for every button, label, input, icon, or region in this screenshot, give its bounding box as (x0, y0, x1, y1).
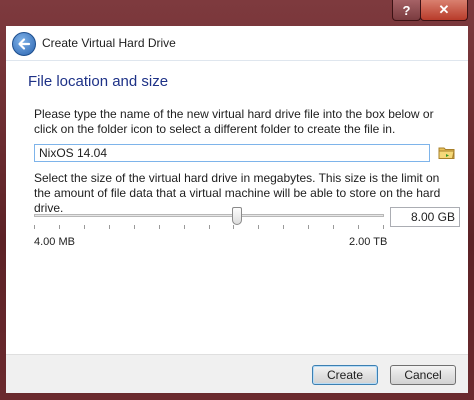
folder-icon[interactable] (438, 144, 456, 162)
slider-tick (233, 225, 234, 229)
slider-tick (159, 225, 160, 229)
file-name-input[interactable] (34, 144, 430, 162)
slider-tick (34, 225, 35, 229)
wizard-content: File location and size Please type the n… (6, 61, 468, 354)
name-instructions: Please type the name of the new virtual … (34, 107, 434, 136)
cancel-button[interactable]: Cancel (390, 365, 456, 385)
slider-tick (84, 225, 85, 229)
size-slider[interactable] (34, 207, 384, 231)
wizard-footer: Create Cancel (6, 354, 468, 393)
slider-tick (184, 225, 185, 229)
slider-thumb[interactable] (232, 207, 242, 225)
help-button[interactable]: ? (392, 0, 421, 21)
size-input[interactable] (390, 207, 460, 227)
slider-tick (209, 225, 210, 229)
slider-ticks (34, 225, 384, 230)
slider-tick (358, 225, 359, 229)
slider-tick (333, 225, 334, 229)
wizard-header: Create Virtual Hard Drive (6, 26, 468, 61)
slider-tick (109, 225, 110, 229)
back-arrow-icon[interactable] (12, 32, 36, 56)
range-min-label: 4.00 MB (34, 236, 75, 248)
slider-tick (308, 225, 309, 229)
create-button[interactable]: Create (312, 365, 378, 385)
range-max-label: 2.00 TB (349, 236, 388, 248)
section-title: File location and size (28, 73, 169, 90)
slider-tick (383, 225, 384, 229)
slider-tick (134, 225, 135, 229)
slider-tick (59, 225, 60, 229)
close-button[interactable]: ✕ (420, 0, 468, 21)
wizard-title: Create Virtual Hard Drive (42, 36, 176, 50)
slider-track (34, 214, 384, 217)
window-frame: ? ✕ Create Virtual Hard Drive File locat… (0, 0, 474, 400)
slider-tick (283, 225, 284, 229)
slider-tick (258, 225, 259, 229)
